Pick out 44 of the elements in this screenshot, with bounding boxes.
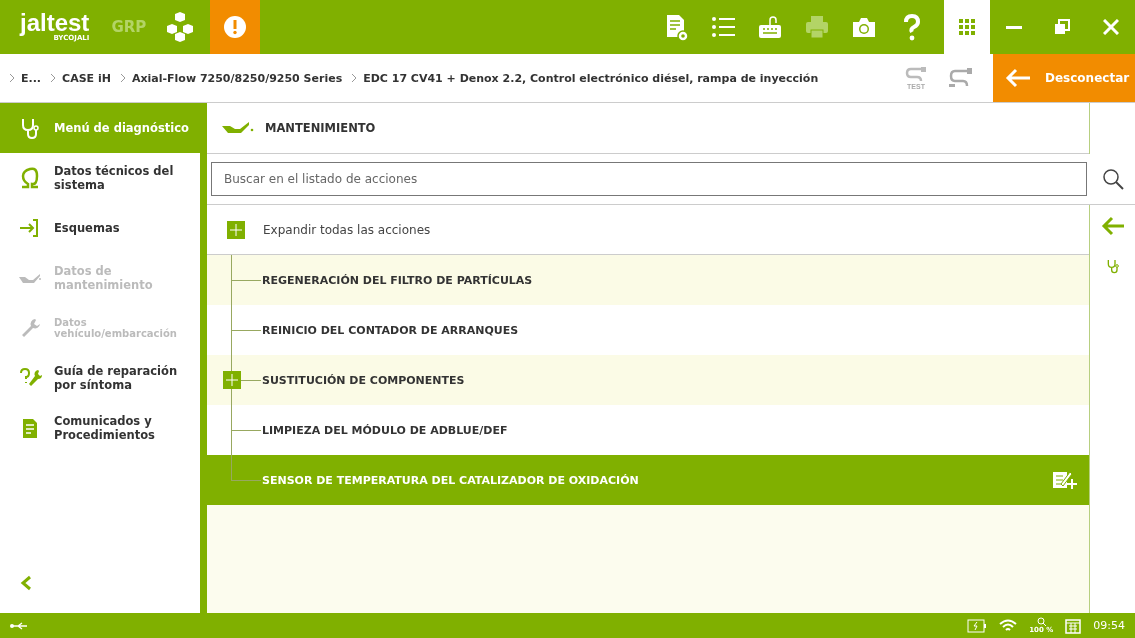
breadcrumb-item[interactable]: Axial-Flow 7250/8250/9250 Series (131, 71, 343, 85)
group-label: GRP (111, 18, 147, 36)
add-note-icon[interactable] (1053, 470, 1077, 490)
action-label: SUSTITUCIÓN DE COMPONENTES (262, 373, 465, 387)
action-label: REINICIO DEL CONTADOR DE ARRANQUES (262, 323, 519, 337)
minimize-icon (1006, 25, 1023, 29)
search-icon[interactable] (1102, 168, 1124, 190)
breadcrumb-item[interactable]: E... (21, 71, 42, 85)
action-label: LIMPIEZA DEL MÓDULO DE ADBLUE/DEF (262, 423, 508, 437)
exclamation-icon (224, 16, 247, 38)
plus-icon (227, 220, 245, 239)
action-label: REGENERACIÓN DEL FILTRO DE PARTÍCULAS (262, 273, 533, 287)
restore-button[interactable] (1054, 19, 1071, 35)
apps-grid-icon[interactable] (959, 19, 975, 35)
battery-icon (967, 618, 988, 633)
close-button[interactable] (1102, 19, 1119, 35)
chevron-icon (51, 74, 57, 82)
app-logo: jaltest (20, 12, 90, 34)
minimize-button[interactable] (1006, 25, 1023, 29)
search-field[interactable]: Buscar en el listado de acciones (211, 162, 1087, 196)
action-row[interactable]: REINICIO DEL CONTADOR DE ARRANQUES (207, 305, 1089, 355)
breadcrumb-item[interactable]: EDC 17 CV41 + Denox 2.2, Control electrónico diésel, rampa de inyección (363, 71, 819, 85)
arrow-left-icon (1005, 68, 1031, 88)
connector-button[interactable] (949, 67, 973, 89)
clock-time: 09:54 (1093, 619, 1125, 632)
section-title: MANTENIMIENTO (265, 121, 376, 135)
oil-can-icon (221, 120, 255, 136)
calendar-icon (1065, 617, 1082, 634)
expand-all-button[interactable]: Expandir todas las acciones (221, 220, 431, 239)
action-label: SENSOR DE TEMPERATURA DEL CATALIZADOR DE OXIDACIÓN (262, 473, 639, 487)
usb-icon (10, 620, 28, 631)
action-row[interactable]: LIMPIEZA DEL MÓDULO DE ADBLUE/DEF (207, 405, 1089, 455)
action-row[interactable]: REGENERACIÓN DEL FILTRO DE PARTÍCULAS (207, 255, 1089, 305)
chevron-icon (10, 74, 15, 82)
back-arrow-button[interactable] (1100, 216, 1125, 236)
action-row[interactable]: SUSTITUCIÓN DE COMPONENTES (207, 355, 1089, 405)
collapse-button[interactable] (20, 575, 34, 591)
alert-button[interactable] (210, 0, 261, 54)
zoom-icon (1036, 617, 1046, 626)
expand-button[interactable] (223, 371, 241, 389)
chevron-icon (120, 74, 126, 82)
chevron-icon (352, 74, 358, 82)
wifi-icon (999, 618, 1018, 633)
breadcrumb-item[interactable]: CASE iH (62, 71, 111, 85)
